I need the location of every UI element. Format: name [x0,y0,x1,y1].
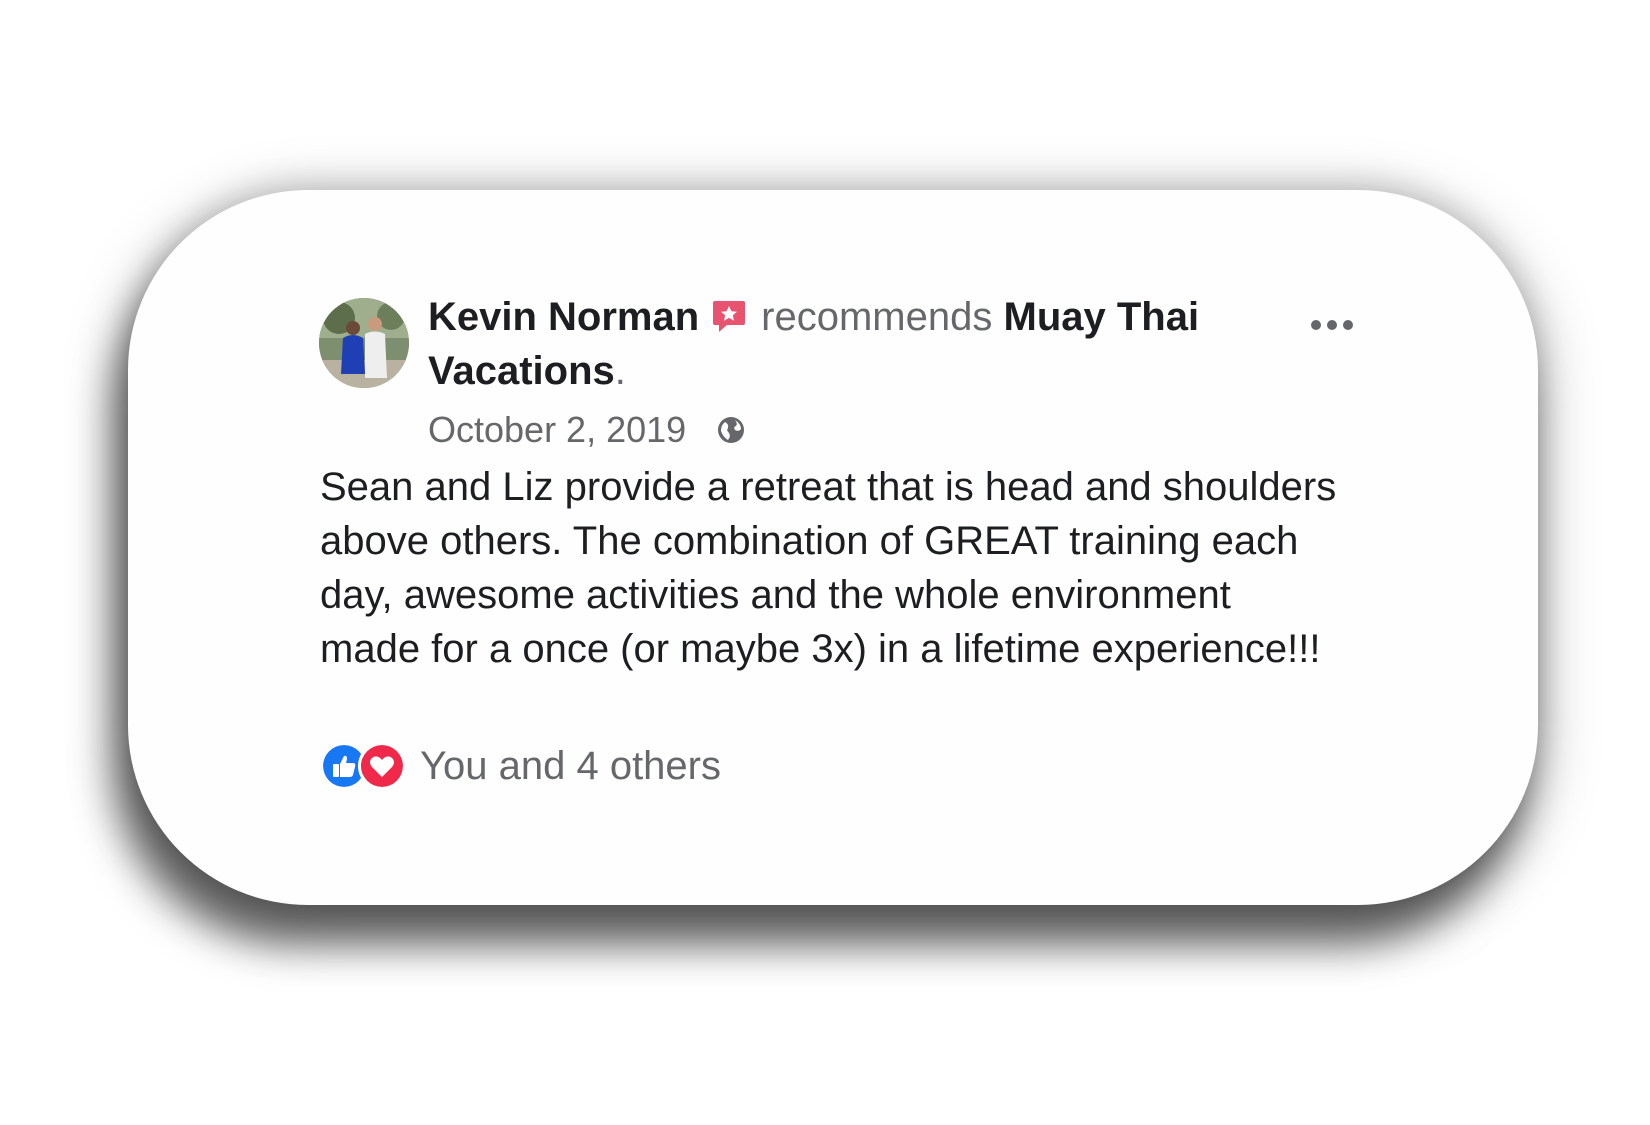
period: . [614,349,626,393]
post-date[interactable]: October 2, 2019 [428,408,686,452]
post-header: Kevin Norman recommends Muay Thai Vacati… [428,290,1288,398]
recommend-star-icon [713,301,746,333]
avatar-photo [319,298,409,388]
globe-icon [718,417,745,443]
review-card: Kevin Norman recommends Muay Thai Vacati… [128,190,1538,905]
recommends-label: recommends [761,295,993,339]
reactions-count[interactable]: You and 4 others [420,744,721,789]
more-options-icon[interactable] [1310,318,1354,332]
reactions-bar[interactable]: You and 4 others [320,742,721,790]
review-body: Sean and Liz provide a retreat that is h… [320,465,1337,671]
post-meta: October 2, 2019 [428,408,746,452]
author-name[interactable]: Kevin Norman [428,295,699,339]
avatar[interactable] [319,298,409,388]
love-icon [358,742,406,790]
